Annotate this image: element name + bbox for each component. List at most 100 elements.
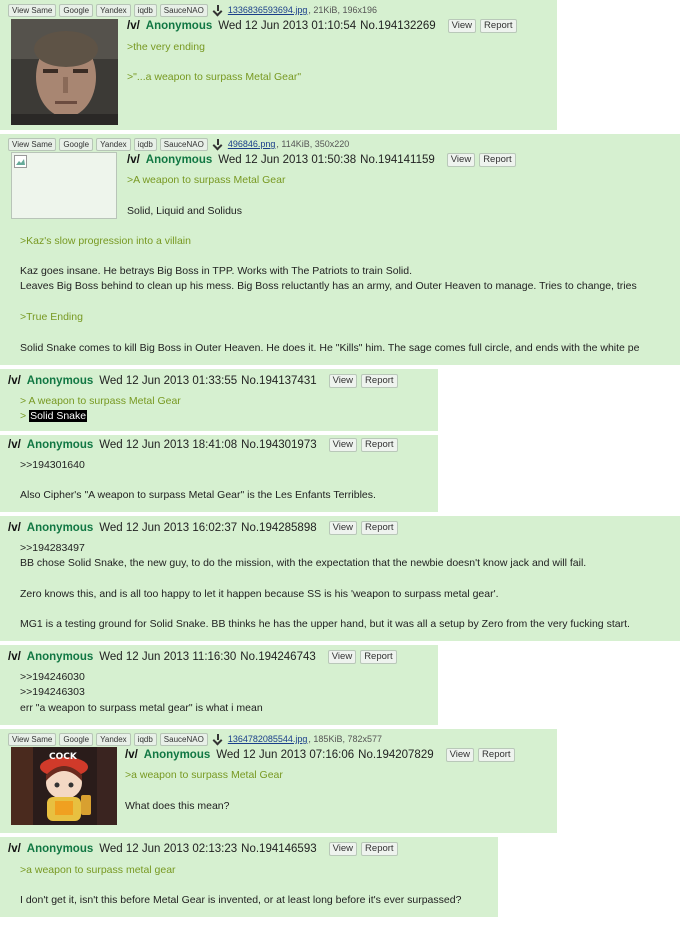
post-number-link[interactable]: No.194246743 [240,651,315,663]
post-text-line: Zero knows this, and is all too happy to… [20,588,499,600]
post-number-link[interactable]: No.194301973 [241,439,316,451]
post-number-link[interactable]: No.194141159 [360,154,435,166]
view-button[interactable]: View [328,438,358,452]
file-name-link[interactable]: 1336836593694.jpg [228,5,308,15]
post-194301973: /v/ Anonymous Wed 12 Jun 2013 18:41:08 N… [0,435,438,512]
view-button[interactable]: View [445,748,475,762]
post-header: /v/ Anonymous Wed 12 Jun 2013 01:33:55 N… [8,373,398,389]
poster-name: Anonymous [26,439,94,451]
poster-name: Anonymous [26,522,94,534]
board-label[interactable]: /v/ [8,439,21,451]
report-button[interactable]: Report [479,153,516,167]
poster-name: Anonymous [145,154,213,166]
post-194137431: /v/ Anonymous Wed 12 Jun 2013 01:33:55 N… [0,369,438,431]
view-same-button[interactable]: View Same [8,3,57,17]
post-194246743: /v/ Anonymous Wed 12 Jun 2013 11:16:30 N… [0,645,438,725]
board-label[interactable]: /v/ [8,522,21,534]
post-194132269: View Same Google Yandex iqdb SauceNAO 13… [0,0,557,130]
yandex-search-button[interactable]: Yandex [96,3,131,17]
post-number-link[interactable]: No.194285898 [241,522,316,534]
post-text-line: Solid Snake comes to kill Big Boss in Ou… [20,342,640,354]
post-text-line: Solid, Liquid and Solidus [127,205,242,217]
quote-link[interactable]: >>194301640 [20,459,85,471]
file-meta: , 114KiB, 350x220 [276,139,350,149]
greentext-line: >a weapon to surpass Metal Gear [125,769,283,781]
post-date: Wed 12 Jun 2013 18:41:08 [99,439,238,451]
download-icon[interactable] [212,733,224,745]
report-button[interactable]: Report [361,521,398,535]
post-date: Wed 12 Jun 2013 11:16:30 [99,651,237,663]
report-button[interactable]: Report [478,748,515,762]
post-text-line: I don't get it, isn't this before Metal … [20,894,462,906]
file-name-link[interactable]: 1364782085544.jpg [228,734,308,744]
report-button[interactable]: Report [360,650,397,664]
post-number-link[interactable]: No.194146593 [241,843,316,855]
greentext-prefix: > [20,410,30,422]
post-header: /v/ Anonymous Wed 12 Jun 2013 18:41:08 N… [8,437,398,453]
greentext-line-with-spoiler: > Solid Snake [20,410,88,422]
post-number-link[interactable]: No.194137431 [241,375,316,387]
poster-name: Anonymous [143,749,211,761]
view-button[interactable]: View [328,521,358,535]
board-label[interactable]: /v/ [127,20,140,32]
post-text-line: Leaves Big Boss behind to clean up his m… [20,280,637,292]
iqdb-search-button[interactable]: iqdb [133,137,157,151]
post-194146593: /v/ Anonymous Wed 12 Jun 2013 02:13:23 N… [0,837,498,917]
board-label[interactable]: /v/ [127,154,140,166]
post-date: Wed 12 Jun 2013 01:50:38 [218,154,357,166]
report-button[interactable]: Report [361,842,398,856]
view-button[interactable]: View [328,842,358,856]
poster-name: Anonymous [145,20,213,32]
post-thumbnail[interactable] [11,19,118,125]
post-header: /v/ Anonymous Wed 12 Jun 2013 11:16:30 N… [8,649,397,665]
post-number-link[interactable]: No.194207829 [358,749,433,761]
saucenao-search-button[interactable]: SauceNAO [159,137,208,151]
board-label[interactable]: /v/ [125,749,138,761]
greentext-line: >Kaz's slow progression into a villain [20,235,191,247]
spoiler-text[interactable]: Solid Snake [29,410,88,422]
download-icon[interactable] [212,138,224,150]
post-text-line: err "a weapon to surpass metal gear" is … [20,702,263,714]
quote-link[interactable]: >>194283497 [20,542,85,554]
broken-image-thumbnail[interactable] [11,152,117,219]
post-header: /v/ Anonymous Wed 12 Jun 2013 01:50:38 N… [127,152,516,168]
view-button[interactable]: View [327,650,357,664]
view-same-button[interactable]: View Same [8,732,57,746]
report-button[interactable]: Report [361,438,398,452]
file-meta: , 185KiB, 782x577 [308,734,382,744]
google-search-button[interactable]: Google [59,137,94,151]
view-button[interactable]: View [446,153,476,167]
saucenao-search-button[interactable]: SauceNAO [159,3,208,17]
post-header: /v/ Anonymous Wed 12 Jun 2013 01:10:54 N… [127,18,517,34]
post-thumbnail[interactable]: COCK [11,747,117,825]
greentext-line: >True Ending [20,311,83,323]
poster-name: Anonymous [26,843,94,855]
google-search-button[interactable]: Google [59,732,94,746]
iqdb-search-button[interactable]: iqdb [133,732,157,746]
greentext-line: >the very ending [127,41,205,53]
board-label[interactable]: /v/ [8,651,21,663]
thumbnail-caption: COCK [49,752,77,762]
board-label[interactable]: /v/ [8,843,21,855]
yandex-search-button[interactable]: Yandex [96,137,131,151]
saucenao-search-button[interactable]: SauceNAO [159,732,208,746]
google-search-button[interactable]: Google [59,3,94,17]
iqdb-search-button[interactable]: iqdb [133,3,157,17]
greentext-line: >a weapon to surpass metal gear [20,864,176,876]
quote-link[interactable]: >>194246303 [20,686,85,698]
yandex-search-button[interactable]: Yandex [96,732,131,746]
view-button[interactable]: View [328,374,358,388]
report-button[interactable]: Report [480,19,517,33]
post-number-link[interactable]: No.194132269 [360,20,435,32]
board-label[interactable]: /v/ [8,375,21,387]
greentext-line: >"...a weapon to surpass Metal Gear" [127,71,302,83]
report-button[interactable]: Report [361,374,398,388]
quote-link[interactable]: >>194246030 [20,671,85,683]
file-info-bar: View Same Google Yandex iqdb SauceNAO 13… [8,3,377,17]
view-same-button[interactable]: View Same [8,137,57,151]
download-icon[interactable] [212,4,224,16]
file-name-link[interactable]: 496846.png [228,139,276,149]
post-text-line: What does this mean? [125,800,230,812]
view-button[interactable]: View [447,19,477,33]
post-date: Wed 12 Jun 2013 01:33:55 [99,375,238,387]
